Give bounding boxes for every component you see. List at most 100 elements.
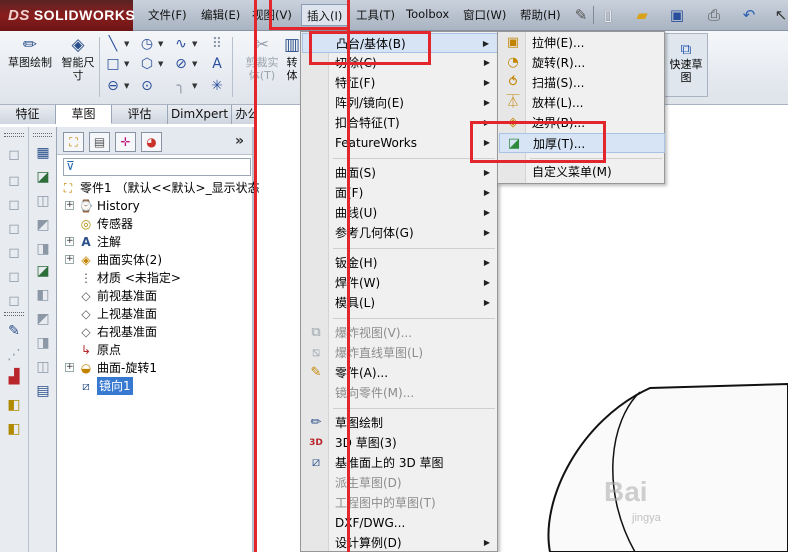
layer-icon[interactable]: ◧ bbox=[4, 419, 24, 439]
toolbar-grip[interactable] bbox=[4, 133, 24, 137]
toolbar-separator bbox=[593, 6, 594, 24]
chevron-down-icon[interactable]: ▼ bbox=[192, 77, 198, 95]
property-manager-tab-icon[interactable]: ▤ bbox=[89, 132, 110, 152]
relations-icon[interactable]: ▟ bbox=[4, 367, 24, 387]
table-icon[interactable]: ▤ bbox=[33, 381, 53, 401]
tree-item-label: 曲面实体(2) bbox=[97, 253, 162, 267]
sketch-edit-icon[interactable]: ✎ bbox=[4, 321, 24, 341]
layer-icon[interactable]: ◧ bbox=[4, 395, 24, 415]
tab-dimxpert[interactable]: DimXpert bbox=[168, 105, 232, 124]
open-folder-icon[interactable]: ▰ bbox=[631, 5, 653, 25]
menu-edit[interactable]: 编辑(E) bbox=[201, 7, 240, 23]
point-icon[interactable]: ⊙ bbox=[138, 77, 156, 95]
fillet-icon[interactable]: ╮ bbox=[172, 77, 190, 95]
feature-icon[interactable]: ◩ bbox=[33, 215, 53, 235]
cube-icon[interactable]: ◻ bbox=[4, 145, 24, 165]
feature-icon[interactable]: ◧ bbox=[33, 285, 53, 305]
extrude-icon: ▣ bbox=[506, 35, 520, 50]
feature-icon[interactable]: ◪ bbox=[33, 167, 53, 187]
expand-toggle[interactable]: + bbox=[65, 201, 74, 210]
display-manager-tab-icon[interactable]: ◕ bbox=[141, 132, 162, 152]
highlight-box-thicken bbox=[470, 121, 606, 163]
quick-snap-button[interactable]: ⧉ 快速草 图 bbox=[664, 33, 708, 97]
chevron-down-icon[interactable]: ▼ bbox=[124, 55, 130, 73]
tree-item-label: 曲面-旋转1 bbox=[97, 361, 157, 375]
menu-window[interactable]: 窗口(W) bbox=[463, 7, 506, 23]
feature-icon[interactable]: ◩ bbox=[33, 309, 53, 329]
text-a-icon[interactable]: A bbox=[208, 55, 226, 73]
chevron-down-icon[interactable]: ▼ bbox=[192, 55, 198, 73]
smart-dimension-icon[interactable]: ⋰ bbox=[4, 345, 24, 365]
plane-icon: ◇ bbox=[81, 307, 91, 321]
menu-item-revolve[interactable]: ◔ 旋转(R)... bbox=[499, 53, 665, 73]
menu-item-label: 基准面上的 3D 草图 bbox=[335, 456, 444, 470]
tab-evaluate[interactable]: 评估 bbox=[112, 105, 168, 124]
chevron-down-icon[interactable]: ▼ bbox=[192, 35, 198, 53]
rectangle-icon[interactable]: □ bbox=[104, 55, 122, 73]
solidworks-logo: DS SOLIDWORKS bbox=[0, 0, 135, 31]
tree-filter-input[interactable]: ⊽ bbox=[63, 158, 251, 176]
chevron-down-icon[interactable]: ▼ bbox=[124, 35, 130, 53]
expand-toggle[interactable]: + bbox=[65, 255, 74, 264]
feature-icon[interactable]: ◨ bbox=[33, 239, 53, 259]
line-icon[interactable]: ╲ bbox=[104, 35, 122, 53]
part-icon: ⛶ bbox=[63, 181, 73, 195]
toolbar-grip[interactable] bbox=[4, 312, 24, 316]
slot-icon[interactable]: ⊖ bbox=[104, 77, 122, 95]
chevron-down-icon[interactable]: ▼ bbox=[124, 77, 130, 95]
expand-toggle[interactable]: + bbox=[65, 237, 74, 246]
menu-item-label: 自定义菜单(M) bbox=[532, 165, 612, 179]
chevron-right-double-icon[interactable]: » bbox=[235, 133, 244, 149]
ellipse-icon[interactable]: ⊘ bbox=[172, 55, 190, 73]
cube-icon[interactable]: ◻ bbox=[4, 267, 24, 287]
circle-icon[interactable]: ◷ bbox=[138, 35, 156, 53]
feature-icon[interactable]: ◨ bbox=[33, 333, 53, 353]
sketch-button[interactable]: ✏ 草图绘制 bbox=[4, 34, 56, 100]
new-document-icon[interactable]: ▯ bbox=[597, 5, 619, 25]
menu-item-customize-menu[interactable]: 自定义菜单(M) bbox=[499, 162, 665, 182]
submenu-arrow-icon: ▶ bbox=[483, 538, 490, 547]
asterisk-icon[interactable]: ✳ bbox=[208, 77, 226, 95]
chevron-down-icon[interactable]: ▼ bbox=[158, 35, 164, 53]
material-icon: ⋮ bbox=[80, 271, 92, 285]
menu-file[interactable]: 文件(F) bbox=[148, 7, 187, 23]
cube-icon[interactable]: ◻ bbox=[4, 219, 24, 239]
spline-icon[interactable]: ∿ bbox=[172, 35, 190, 53]
submenu-arrow-icon: ▶ bbox=[483, 278, 490, 287]
feature-tree-tab-icon[interactable]: ⛶ bbox=[63, 132, 84, 152]
chevron-down-icon[interactable]: ▼ bbox=[158, 55, 164, 73]
menu-item-sweep[interactable]: ⥀ 扫描(S)... bbox=[499, 73, 665, 93]
feature-icon[interactable]: ◫ bbox=[33, 357, 53, 377]
tab-sketch[interactable]: 草图 bbox=[56, 105, 112, 124]
model-surface-shape[interactable] bbox=[540, 380, 788, 552]
table-icon[interactable]: ▦ bbox=[33, 143, 53, 163]
polygon-icon[interactable]: ⬡ bbox=[138, 55, 156, 73]
undo-icon[interactable]: ↶ bbox=[738, 5, 760, 25]
pin-icon[interactable]: ✎ bbox=[570, 5, 592, 25]
feature-icon[interactable]: ◫ bbox=[33, 191, 53, 211]
smart-dimension-button[interactable]: ◈ 智能尺 寸 bbox=[52, 34, 104, 100]
cube-icon[interactable]: ◻ bbox=[4, 243, 24, 263]
menu-toolbox[interactable]: Toolbox bbox=[406, 7, 449, 21]
highlight-box-insert-column bbox=[254, 0, 350, 552]
watermark-subtext: jingya bbox=[632, 512, 661, 524]
expand-toggle[interactable]: + bbox=[65, 363, 74, 372]
submenu-arrow-icon: ▶ bbox=[483, 78, 490, 87]
tab-features[interactable]: 特征 bbox=[0, 105, 56, 124]
menu-item-extrude[interactable]: ▣ 拉伸(E)... bbox=[499, 33, 665, 53]
cube-icon[interactable]: ◻ bbox=[4, 291, 24, 311]
select-arrow-icon[interactable]: ↖ bbox=[770, 5, 788, 25]
feature-icon[interactable]: ◪ bbox=[33, 261, 53, 281]
plane-icon: ◇ bbox=[81, 289, 91, 303]
menu-tools[interactable]: 工具(T) bbox=[356, 7, 395, 23]
grid-dots-icon[interactable]: ⠿ bbox=[208, 35, 226, 53]
config-manager-tab-icon[interactable]: ✛ bbox=[115, 132, 136, 152]
toolbar-grip[interactable] bbox=[33, 133, 52, 137]
print-icon[interactable]: ⎙ bbox=[703, 5, 725, 25]
menu-help[interactable]: 帮助(H) bbox=[520, 7, 561, 23]
save-icon[interactable]: ▣ bbox=[666, 5, 688, 25]
menu-item-loft[interactable]: ⏄ 放样(L)... bbox=[499, 93, 665, 113]
cube-icon[interactable]: ◻ bbox=[4, 171, 24, 191]
cube-icon[interactable]: ◻ bbox=[4, 195, 24, 215]
mirror-icon: ⧄ bbox=[82, 379, 90, 393]
